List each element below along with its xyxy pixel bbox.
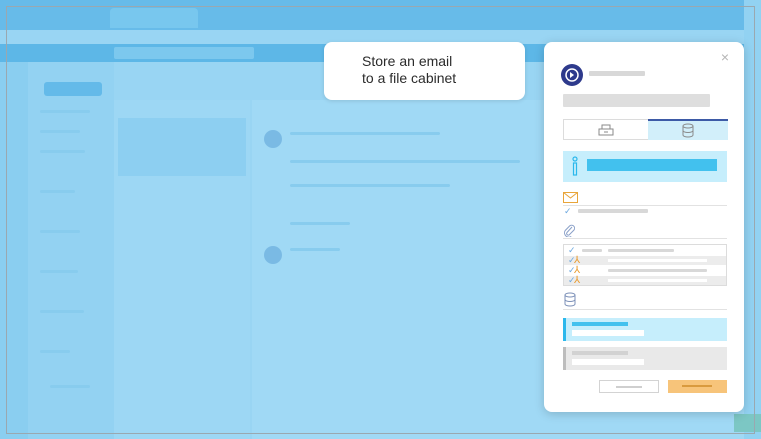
database-icon <box>564 292 576 307</box>
tab-file-cabinet[interactable] <box>564 120 648 139</box>
file-cabinet-icon <box>598 124 614 136</box>
dialog-title-placeholder <box>589 71 645 76</box>
store-target-tabs <box>563 119 728 140</box>
destination-option-1[interactable] <box>563 318 727 341</box>
tab-database[interactable] <box>648 119 728 140</box>
close-button[interactable]: × <box>718 50 732 64</box>
email-subject-placeholder <box>578 209 648 213</box>
callout-text: Store an email to a file cabinet <box>362 53 457 86</box>
divider <box>563 238 727 239</box>
attachments-table: ✓ ✓ ⅄ ✓ ⅄ ✓ ⅄ <box>563 244 727 286</box>
paperclip-icon <box>564 224 575 237</box>
destination-option-2[interactable] <box>563 347 727 370</box>
instruction-callout: Store an email to a file cabinet <box>324 42 525 100</box>
divider <box>563 309 727 310</box>
option-title-placeholder <box>572 322 628 326</box>
option-title-placeholder <box>572 351 628 355</box>
attachments-header-row: ✓ <box>564 246 726 255</box>
column-header-placeholder <box>608 249 674 252</box>
attachment-row[interactable]: ✓ ⅄ <box>564 265 726 276</box>
attachment-name-placeholder <box>608 269 707 272</box>
database-icon <box>682 123 694 138</box>
info-banner <box>563 151 727 182</box>
option-detail-placeholder <box>572 359 644 365</box>
attachment-row[interactable]: ✓ ⅄ <box>564 255 726 266</box>
info-icon <box>572 156 578 176</box>
column-header-placeholder <box>582 249 602 252</box>
attachment-name-placeholder <box>608 279 707 282</box>
pdf-icon: ⅄ <box>574 275 581 286</box>
button-label-placeholder <box>616 386 642 388</box>
cancel-button[interactable] <box>599 380 659 393</box>
dialog-subtitle-placeholder <box>563 94 710 107</box>
pdf-icon: ⅄ <box>574 255 581 266</box>
pdf-icon: ⅄ <box>574 265 581 276</box>
divider <box>563 205 727 206</box>
envelope-icon <box>563 192 578 203</box>
info-text-placeholder <box>587 159 717 171</box>
attachment-row[interactable]: ✓ ⅄ <box>564 275 726 286</box>
app-logo-icon <box>561 64 583 86</box>
button-label-placeholder <box>682 385 712 387</box>
attachment-name-placeholder <box>608 259 707 262</box>
option-detail-placeholder <box>572 330 644 336</box>
store-dialog: × ✓ ✓ ✓ ⅄ ✓ ⅄ ✓ ⅄ <box>544 42 744 412</box>
store-button[interactable] <box>668 380 727 393</box>
checkmark-icon[interactable]: ✓ <box>568 246 576 255</box>
checkmark-icon[interactable]: ✓ <box>564 207 572 216</box>
